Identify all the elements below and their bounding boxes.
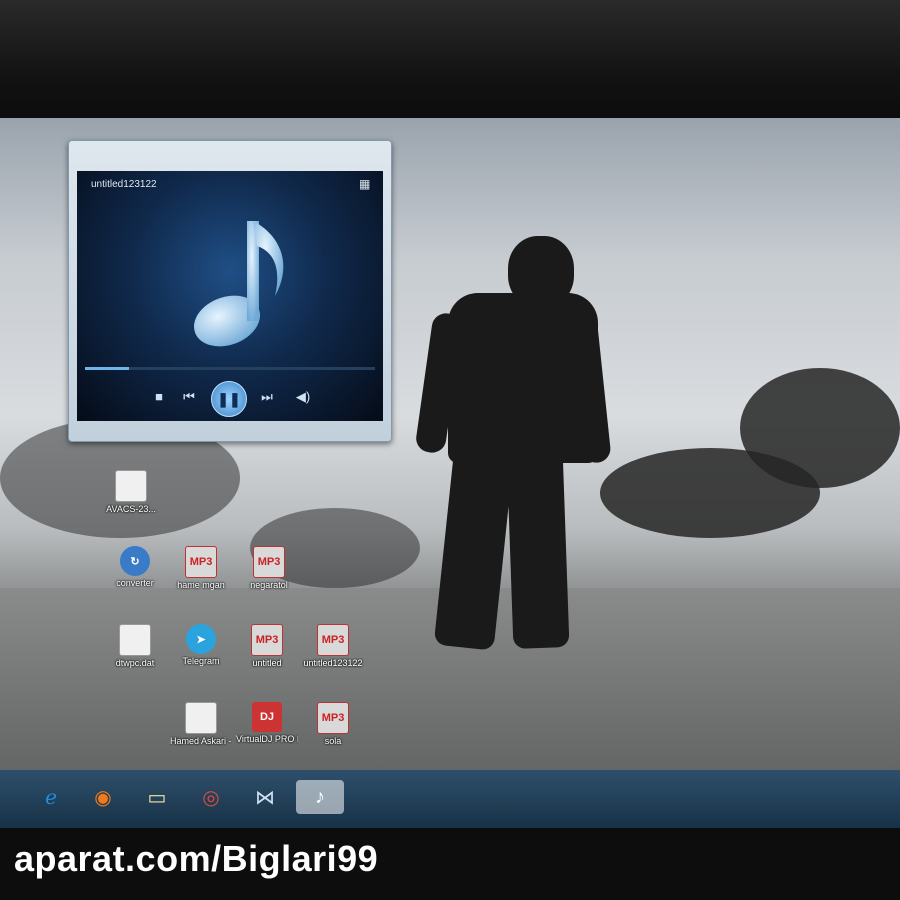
mp3-file-icon: MP3 [317,702,349,734]
mp3-file-icon: MP3 [185,546,217,578]
media-player-visualization: untitled123122 ▦ ■ ⏮ ❚❚ ⏭ ◀) [77,171,383,421]
converter-icon: ↻ [120,546,150,576]
volume-button[interactable]: ◀) [291,387,315,409]
taskbar: ℯ ◉ ▭ ◎ ⋈ ♪ [0,770,900,828]
desktop-icon[interactable]: MP3 sola [302,702,364,746]
next-button[interactable]: ⏭ [255,387,279,409]
switch-to-library-icon[interactable]: ▦ [359,177,373,191]
desktop-icon[interactable]: Hamed Askari - Sitareh II... [170,702,232,746]
watermark-text: aparat.com/Biglari99 [14,838,379,879]
folder-icon[interactable]: ▭ [138,780,176,814]
chrome-icon[interactable]: ◎ [192,780,230,814]
previous-button[interactable]: ⏮ [177,387,201,409]
mp3-file-icon: MP3 [251,624,283,656]
playback-controls: ■ ⏮ ❚❚ ⏭ ◀) [77,381,383,417]
player-icon[interactable]: ♪ [296,780,344,814]
media-player-window[interactable]: untitled123122 ▦ ■ ⏮ ❚❚ ⏭ ◀) [68,140,392,442]
desktop-icon[interactable]: DJ VirtualDJ PRO Full [236,702,298,744]
virtualdj-icon: DJ [252,702,282,732]
wallpaper-tree [600,448,820,538]
mp3-file-icon: MP3 [253,546,285,578]
desktop-icon[interactable]: ➤ Telegram [170,624,232,666]
desktop-screen: AVACS-23... ↻ converter MP3 hame mgan MP… [0,118,900,828]
desktop-icon[interactable]: MP3 untitled [236,624,298,668]
desktop-icon[interactable]: AVACS-23... [100,470,162,514]
desktop-icon[interactable]: MP3 negaratol [238,546,300,590]
seek-bar-fill [85,367,129,370]
monitor-bezel-top [0,0,900,130]
desktop-icon[interactable]: dtwpc.dat [104,624,166,668]
music-note-icon [194,221,284,347]
firefox-icon[interactable]: ◉ [84,780,122,814]
stop-button[interactable]: ■ [147,387,171,409]
desktop-icon[interactable]: ↻ converter [104,546,166,588]
desktop-icon[interactable]: MP3 hame mgan [170,546,232,590]
document-icon [115,470,147,502]
ie-icon[interactable]: ℯ [32,780,70,814]
document-icon [185,702,217,734]
seek-bar[interactable] [85,367,375,370]
document-icon [119,624,151,656]
app-icon[interactable]: ⋈ [246,780,284,814]
pause-button[interactable]: ❚❚ [211,381,247,417]
player-title: untitled123122 [91,179,157,190]
telegram-icon: ➤ [186,624,216,654]
mp3-file-icon: MP3 [317,624,349,656]
desktop-icon[interactable]: MP3 untitled123122 [302,624,364,668]
